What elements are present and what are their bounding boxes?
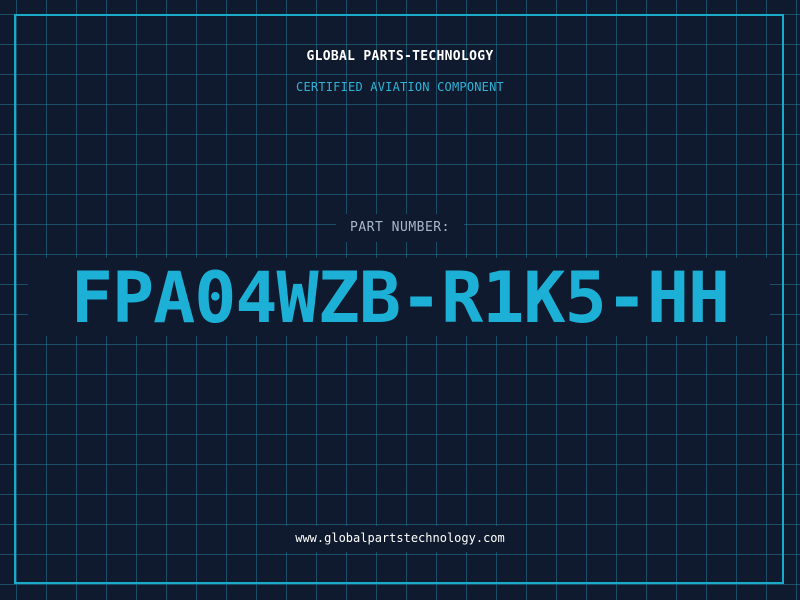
certification-subtitle: CERTIFIED AVIATION COMPONENT <box>296 80 504 94</box>
label-canvas: GLOBAL PARTS-TECHNOLOGY CERTIFIED AVIATI… <box>0 0 800 600</box>
company-name: GLOBAL PARTS-TECHNOLOGY <box>306 49 494 64</box>
website-url: www.globalpartstechnology.com <box>295 531 505 545</box>
part-number-label: PART NUMBER: <box>350 220 450 235</box>
part-number-value: FPA04WZB-R1K5-HH <box>70 257 730 339</box>
